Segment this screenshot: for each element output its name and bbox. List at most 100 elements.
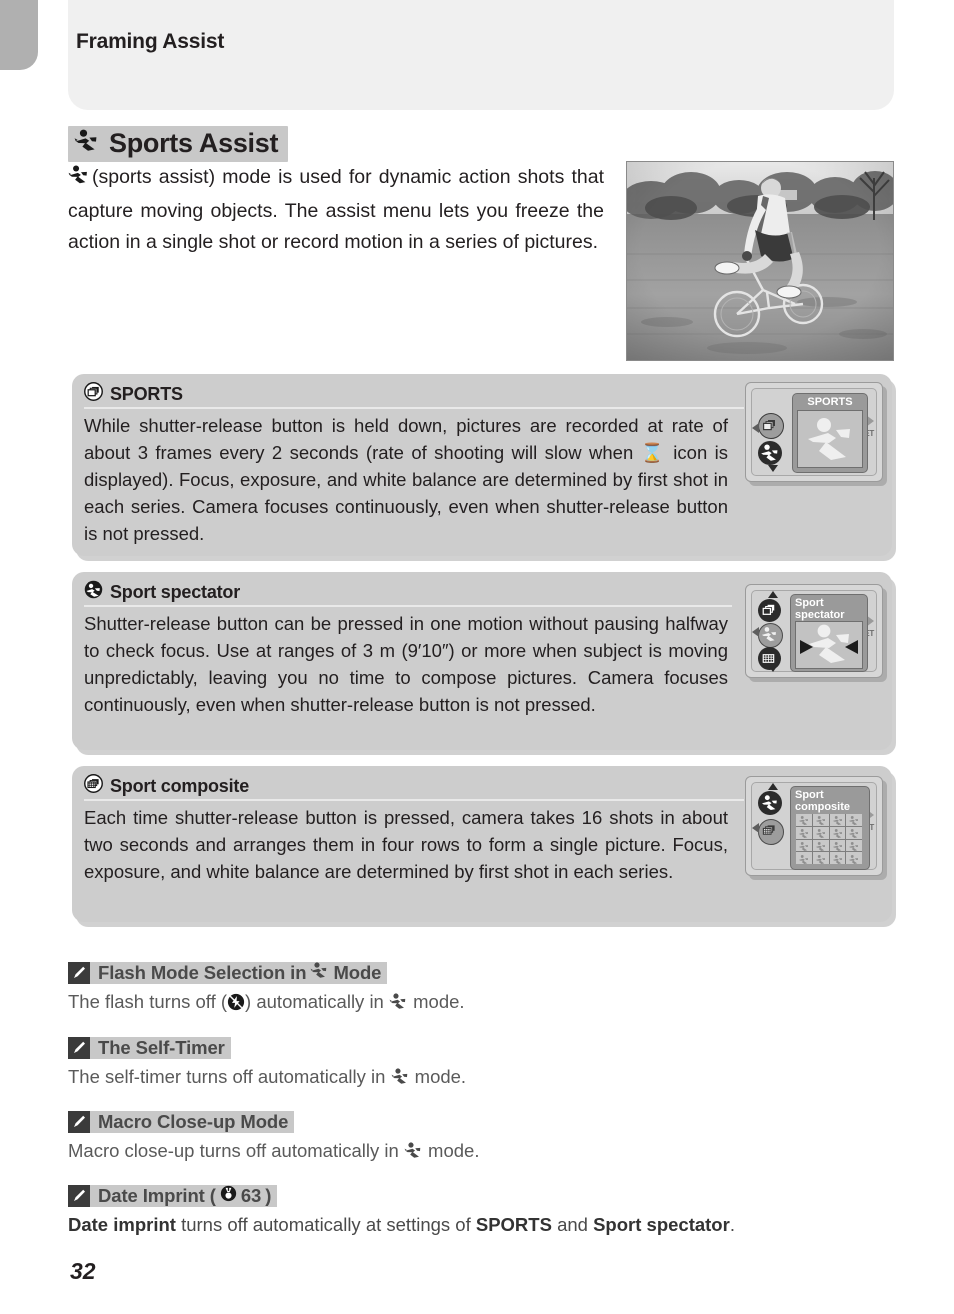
note-title-page: 63 <box>240 1185 262 1206</box>
note-macro-close-up: Macro Close-up Mode Macro close-up turns… <box>68 1111 898 1166</box>
note-date-imprint: Date Imprint ( 63) Date imprint turns off… <box>68 1185 898 1237</box>
lcd-preview <box>795 621 863 669</box>
note-title: Macro Close-up Mode <box>90 1111 295 1133</box>
flash-off-icon <box>227 992 245 1017</box>
chevron-left-icon <box>752 423 759 433</box>
section-title: Sports Assist <box>109 128 279 158</box>
panel-body-text-spectator: Shutter-release button can be pressed in… <box>84 613 728 715</box>
note-title: Flash Mode Selection in Mode <box>90 961 388 984</box>
lcd-inner-frame: SET Sport composite <box>751 782 877 870</box>
chevron-down-icon <box>768 465 778 472</box>
composite-cell <box>796 852 812 864</box>
pencil-note-icon <box>68 1111 90 1133</box>
note-body-post: mode. <box>414 1066 467 1087</box>
continuous-frames-icon <box>758 599 781 622</box>
panel-header-composite: Sport composite <box>84 774 249 798</box>
sports-runner-icon-inline <box>68 165 90 196</box>
panel-body-text-sports: While shutter-release button is held dow… <box>84 415 728 544</box>
sports-runner-icon-inline <box>389 992 408 1017</box>
section-intro-text: (sports assist) mode is used for dynamic… <box>68 166 604 253</box>
continuous-frames-icon <box>84 382 103 406</box>
composite-cell <box>796 814 812 826</box>
lcd-inner-frame: SET Sport spectator <box>751 590 877 672</box>
composite-cell <box>812 839 829 852</box>
panel-divider <box>84 407 744 409</box>
note-body-bold-1: Date imprint <box>68 1214 176 1235</box>
note-self-timer: The Self-Timer The self-timer turns off … <box>68 1037 898 1092</box>
composite-cell <box>829 826 846 839</box>
sports-runner-icon-inline <box>404 1141 423 1166</box>
note-body-post: mode. <box>413 991 465 1012</box>
pencil-note-icon <box>68 1037 90 1059</box>
sports-runner-icon-inline <box>391 1067 410 1092</box>
note-body-pre: The flash turns off ( <box>68 991 228 1012</box>
sport-composite-icon <box>84 774 103 798</box>
panel-header-spectator: Sport spectator <box>84 580 240 604</box>
note-title-text: Flash Mode Selection in <box>98 962 307 983</box>
note-body-mid: ) automatically in <box>245 991 384 1012</box>
note-body-pre: The self-timer turns off automatically i… <box>68 1066 386 1087</box>
note-flash-mode: Flash Mode Selection in Mode The flash t… <box>68 961 898 1017</box>
composite-cell <box>829 814 846 826</box>
composite-cell <box>846 826 862 839</box>
note-body-post: mode. <box>428 1140 480 1161</box>
composite-cell <box>812 814 829 826</box>
panel-divider <box>84 605 732 607</box>
note-header: Date Imprint ( 63) <box>68 1185 898 1207</box>
panel-label-composite: Sport composite <box>110 775 250 796</box>
composite-cell <box>796 839 812 852</box>
page-number: 32 <box>70 1258 96 1284</box>
note-title-text: Date Imprint ( <box>98 1185 216 1206</box>
composite-cell <box>846 814 862 826</box>
cyclist-on-grass-photo <box>626 161 894 361</box>
lcd-mode-card-composite: Sport composite <box>790 786 870 870</box>
chevron-left-icon <box>752 627 759 637</box>
chevron-up-icon <box>768 783 778 790</box>
panel-header-sports: SPORTS <box>84 382 183 406</box>
sport-spectator-icon <box>84 580 103 604</box>
composite-cell <box>829 839 846 852</box>
pencil-note-icon <box>68 962 90 984</box>
lcd-inner-frame: SET SPORTS <box>751 388 877 476</box>
lcd-card-title: Sport composite <box>795 789 851 813</box>
composite-cell <box>812 852 829 864</box>
note-body: The self-timer turns off automatically i… <box>68 1064 898 1092</box>
section-heading: Sports Assist <box>68 126 289 162</box>
note-body-end: . <box>729 1214 735 1235</box>
note-title: Date Imprint ( 63) <box>90 1185 278 1207</box>
chevron-up-icon <box>768 591 778 598</box>
note-title-suffix: ) <box>265 1185 272 1206</box>
chapter-edge-tab <box>0 0 38 70</box>
page-reference-icon <box>220 1185 237 1207</box>
note-header: Flash Mode Selection in Mode <box>68 961 898 984</box>
composite-cell <box>812 826 829 839</box>
header-band <box>68 0 894 110</box>
page-title: Framing Assist <box>76 30 225 53</box>
lcd-screen-sports: SET SPORTS <box>745 382 883 482</box>
panel-label-spectator: Sport spectator <box>110 581 241 602</box>
sport-composite-icon <box>758 819 784 845</box>
composite-cell <box>796 826 812 839</box>
chevron-left-icon <box>752 823 759 833</box>
lcd-card-title: SPORTS <box>807 396 853 408</box>
pencil-note-icon <box>68 1185 90 1207</box>
note-body: Macro close-up turns off automatically i… <box>68 1138 898 1166</box>
composite-cell <box>829 852 846 864</box>
lcd-mode-card-spectator: Sport spectator <box>790 594 868 672</box>
lcd-screen-spectator: SET Sport spectator <box>745 584 883 678</box>
lcd-mode-card-sports: SPORTS <box>792 393 868 473</box>
section-intro: (sports assist) mode is used for dynamic… <box>68 162 604 258</box>
lcd-card-title: Sport spectator <box>795 597 845 621</box>
note-body-bold-2: SPORTS <box>475 1214 552 1235</box>
sport-spectator-icon <box>758 623 783 648</box>
sport-spectator-icon <box>758 791 782 815</box>
continuous-frames-icon <box>758 413 784 439</box>
lcd-preview <box>797 410 863 468</box>
note-header: Macro Close-up Mode <box>68 1111 898 1133</box>
chevron-down-icon <box>768 665 778 672</box>
panel-label-sports: SPORTS <box>110 383 183 404</box>
note-body-pre: Macro close-up turns off automatically i… <box>68 1140 399 1161</box>
note-body: Date imprint turns off automatically at … <box>68 1212 898 1237</box>
composite-cell <box>846 852 862 864</box>
note-header: The Self-Timer <box>68 1037 898 1059</box>
